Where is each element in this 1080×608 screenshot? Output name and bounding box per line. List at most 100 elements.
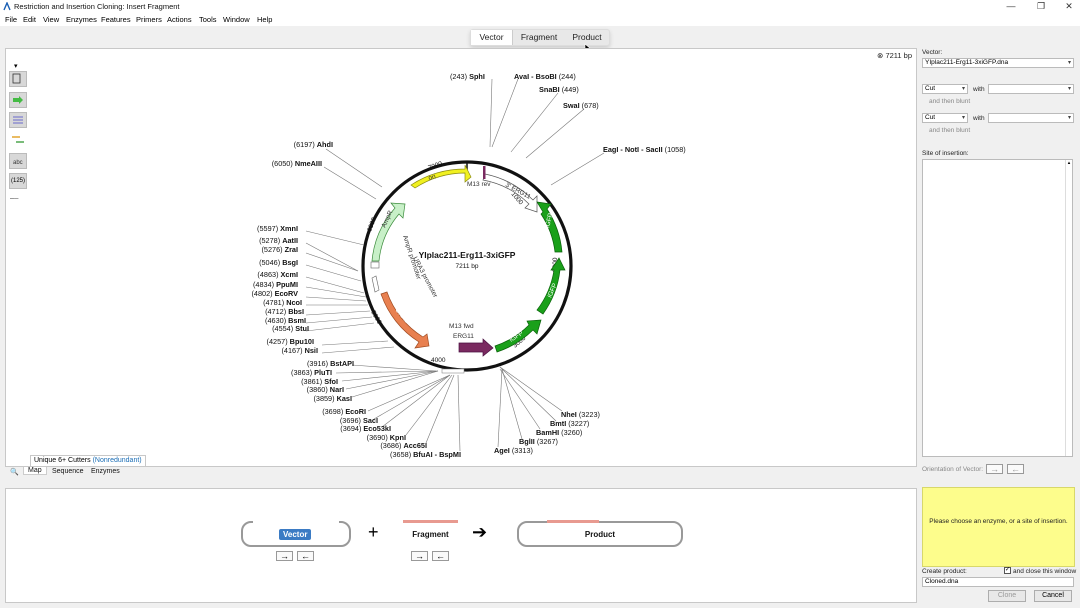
vector-reverse-arrow-button[interactable]: ← — [297, 551, 314, 561]
ruler-icon[interactable]: ┈┈ — [10, 195, 18, 203]
site-nmeaiii[interactable]: (6050) NmeAIII — [272, 159, 322, 168]
fragment-reverse-arrow-button[interactable]: ← — [432, 551, 449, 561]
site-swai[interactable]: SwaI (678) — [563, 101, 599, 110]
zoom-level[interactable]: (125) — [9, 173, 27, 189]
cancel-button[interactable]: Cancel — [1034, 590, 1072, 602]
site-ncoi[interactable]: (4781) NcoI — [263, 298, 302, 307]
clone-button[interactable]: Clone — [988, 590, 1026, 602]
igfp-2-label: iGFP — [546, 282, 558, 298]
site-bbsi[interactable]: (4712) BbsI — [265, 307, 304, 316]
tab-vector[interactable]: Vector — [471, 30, 513, 45]
vector-label: Vector — [279, 529, 312, 540]
site-eagi[interactable]: EagI - NotI - SacII (1058) — [603, 145, 686, 154]
lines-tool-icon[interactable] — [9, 112, 27, 128]
with-label-1: with — [973, 86, 985, 93]
enzyme-select-1[interactable]: ▾ — [988, 84, 1074, 94]
select-tool-icon[interactable] — [9, 71, 27, 87]
menu-window[interactable]: Window — [223, 15, 250, 24]
site-sphi[interactable]: (243) SphI — [450, 72, 485, 81]
close-icon[interactable]: ✕ — [1058, 0, 1080, 13]
vector-fragment[interactable]: Vector — [241, 519, 351, 551]
tab-fragment[interactable]: Fragment — [514, 30, 564, 45]
plasmid-map[interactable]: 1000 2000 3000 4000 5000 6000 7000 ori A… — [6, 49, 916, 466]
m13rev-label: M13 rev — [467, 181, 491, 188]
site-ahdi[interactable]: (6197) AhdI — [294, 140, 333, 149]
search-icon[interactable]: 🔍 — [10, 468, 19, 476]
erg11-bottom-feature[interactable] — [458, 338, 494, 357]
site-ecori[interactable]: (3698) EcoRI — [322, 407, 366, 416]
site-aatii[interactable]: (5278) AatII — [259, 236, 298, 245]
restore-icon[interactable]: ❐ — [1030, 0, 1052, 13]
ura3-promoter-feature[interactable] — [371, 275, 380, 293]
site-bpu10i[interactable]: (4257) Bpu10I — [267, 337, 314, 346]
vector-select[interactable]: YIplac211-Erg11-3xiGFP.dna ▾ — [922, 58, 1074, 68]
site-eco53ki[interactable]: (3694) Eco53kI — [340, 424, 391, 433]
menu-file[interactable]: File — [5, 15, 17, 24]
site-ppumi[interactable]: (4834) PpuMI — [253, 280, 298, 289]
orientation-forward-button[interactable]: → — [986, 464, 1003, 474]
site-snabi[interactable]: SnaBI (449) — [539, 85, 579, 94]
tick-7000: 7000 — [427, 160, 443, 172]
site-nari[interactable]: (3860) NarI — [307, 385, 344, 394]
site-xcmi[interactable]: (4863) XcmI — [257, 270, 298, 279]
ori-feature[interactable] — [410, 164, 472, 189]
menu-primers[interactable]: Primers — [136, 15, 162, 24]
site-acc65i[interactable]: (3686) Acc65I — [380, 441, 427, 450]
site-bfuai[interactable]: (3658) BfuAI - BspMI — [390, 450, 461, 459]
tab-map[interactable]: Map — [23, 467, 47, 475]
vector-field-label: Vector: — [922, 49, 943, 56]
menu-view[interactable]: View — [43, 15, 59, 24]
swap-arrows-icon[interactable] — [10, 133, 26, 149]
menu-tools[interactable]: Tools — [199, 15, 217, 24]
site-bsgi[interactable]: (5046) BsgI — [259, 258, 298, 267]
cut-select-1[interactable]: Cut ▾ — [922, 84, 968, 94]
close-window-checkbox[interactable]: ✓ — [1004, 567, 1011, 574]
ampr-promoter-feature[interactable] — [370, 261, 380, 269]
app-icon — [3, 2, 11, 11]
site-agei[interactable]: AgeI (3313) — [494, 446, 533, 455]
vector-forward-arrow-button[interactable]: → — [276, 551, 293, 561]
site-xmni[interactable]: (5597) XmnI — [257, 224, 298, 233]
tab-enzymes[interactable]: Enzymes — [91, 468, 120, 475]
site-nhei[interactable]: NheI (3223) — [561, 410, 600, 419]
site-avai[interactable]: AvaI - BsoBI (244) — [514, 72, 576, 81]
tab-sequence[interactable]: Sequence — [52, 468, 84, 475]
cut-select-2[interactable]: Cut ▾ — [922, 113, 968, 123]
cutters-filter-tab[interactable]: Unique 6+ Cutters (Nonredundant) — [30, 455, 146, 466]
site-insertion-list[interactable]: ▴ — [922, 159, 1073, 457]
enzyme-select-2[interactable]: ▾ — [988, 113, 1074, 123]
menu-help[interactable]: Help — [257, 15, 272, 24]
map-panel[interactable]: ⊗ 7211 bp 1000 2000 3000 4000 5000 6000 … — [5, 48, 917, 467]
site-bstapi[interactable]: (3916) BstAPI — [307, 359, 354, 368]
window-title: Restriction and Insertion Cloning: Inser… — [14, 2, 180, 11]
site-pluti[interactable]: (3863) PluTI — [291, 368, 332, 377]
menu-actions[interactable]: Actions — [167, 15, 192, 24]
menu-enzymes[interactable]: Enzymes — [66, 15, 97, 24]
product-fragment[interactable]: Product — [517, 520, 683, 551]
product-label: Product — [584, 530, 616, 539]
scrollbar[interactable]: ▴ — [1065, 160, 1072, 456]
orientation-reverse-button[interactable]: ← — [1007, 464, 1024, 474]
fragment-forward-arrow-button[interactable]: → — [411, 551, 428, 561]
forward-arrow-tool-icon[interactable] — [9, 92, 27, 108]
site-nsii[interactable]: (4167) NsiI — [281, 346, 318, 355]
close-window-label: and close this window — [1013, 568, 1077, 575]
site-stui[interactable]: (4554) StuI — [272, 324, 309, 333]
site-kasi[interactable]: (3859) KasI — [313, 394, 352, 403]
cutters-filter-label: Unique 6+ Cutters — [34, 457, 91, 464]
chevron-down-icon: ▾ — [1067, 115, 1071, 121]
plasmid-name: YIplac211-Erg11-3xiGFP — [419, 250, 516, 260]
fragment-bar[interactable] — [403, 520, 458, 523]
site-bglii[interactable]: BglII (3267) — [519, 437, 558, 446]
site-bmti[interactable]: BmtI (3227) — [550, 419, 589, 428]
site-zrai[interactable]: (5276) ZraI — [261, 245, 298, 254]
product-name-input[interactable]: Cloned.dna — [922, 577, 1074, 587]
collapse-chevron-icon[interactable]: ▾ — [14, 62, 18, 70]
enzyme-tool-icon[interactable]: abc — [9, 153, 27, 169]
site-bamhi[interactable]: BamHI (3260) — [536, 428, 582, 437]
menu-edit[interactable]: Edit — [23, 15, 36, 24]
minimize-icon[interactable]: — — [1000, 0, 1022, 13]
site-ecorv[interactable]: (4802) EcoRV — [251, 289, 298, 298]
tool-strip: abc (125) ┈┈ — [9, 71, 29, 231]
menu-features[interactable]: Features — [101, 15, 131, 24]
